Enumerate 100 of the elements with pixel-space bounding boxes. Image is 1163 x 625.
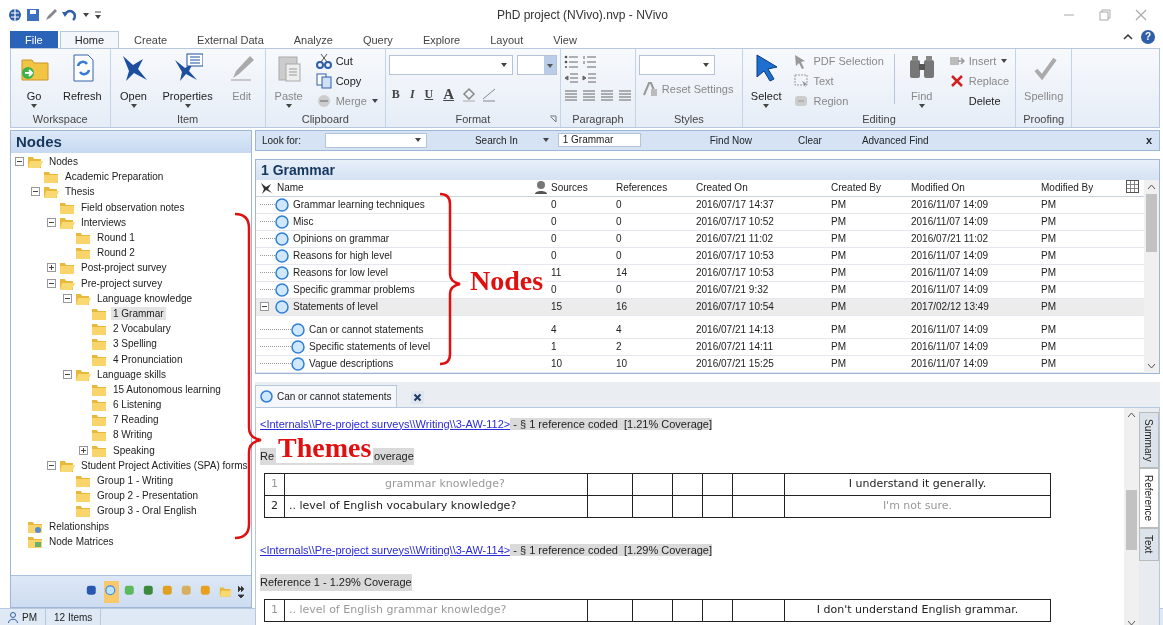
- node-name[interactable]: Vague descriptions: [309, 355, 394, 372]
- ribbon-button[interactable]: Go: [14, 51, 54, 110]
- tree-item[interactable]: Field observation notes: [79, 200, 187, 214]
- collapse-toggle-icon[interactable]: [15, 157, 27, 167]
- collapse-toggle-icon[interactable]: [47, 217, 59, 227]
- tree-item[interactable]: 6 Listening: [111, 398, 164, 412]
- globe-icon[interactable]: [8, 8, 22, 22]
- indent-icon[interactable]: [581, 72, 596, 85]
- tree-item[interactable]: Language knowledge: [95, 291, 195, 305]
- toolbar-button[interactable]: Clear: [797, 131, 823, 149]
- toolbar-button[interactable]: Find Now: [708, 131, 753, 149]
- tree-item[interactable]: Group 1 - Writing: [95, 474, 175, 488]
- collapse-toggle-icon[interactable]: [260, 302, 269, 311]
- column-header[interactable]: Sources: [551, 179, 588, 196]
- advanced-find-link[interactable]: Advanced Find: [860, 131, 930, 149]
- justify-icon[interactable]: [617, 89, 632, 102]
- node-name[interactable]: Specific statements of level: [309, 338, 431, 355]
- tree-item[interactable]: Round 2: [95, 246, 137, 260]
- font-color-button[interactable]: A: [440, 83, 458, 106]
- column-header[interactable]: Modified On: [911, 179, 965, 196]
- tree-item[interactable]: Round 1: [95, 231, 137, 245]
- tree-item[interactable]: Node Matrices: [47, 534, 116, 548]
- ribbon-button[interactable]: Copy: [312, 71, 382, 91]
- ribbon-tab[interactable]: Layout: [475, 31, 539, 48]
- line-icon[interactable]: [481, 86, 498, 103]
- side-tab[interactable]: Reference: [1139, 468, 1159, 529]
- tree-item[interactable]: Nodes: [47, 155, 80, 169]
- outdent-icon[interactable]: [563, 72, 578, 85]
- source-link[interactable]: <Internals\\Pre-project surveys\\Writing\\3-AW-112>: [260, 417, 511, 430]
- column-header[interactable]: Modified By: [1041, 179, 1094, 196]
- document-tab[interactable]: Can or cannot statements: [255, 384, 397, 407]
- close-icon[interactable]: [410, 390, 424, 404]
- tree-item[interactable]: Student Project Activities (SPA) forms: [79, 458, 250, 472]
- node-name[interactable]: Can or cannot statements: [309, 321, 424, 338]
- node-name[interactable]: Reasons for low level: [293, 264, 389, 281]
- tree-item[interactable]: 4 Pronunciation: [111, 352, 185, 366]
- tree-item[interactable]: Group 3 - Oral English: [95, 504, 199, 518]
- align-right-icon[interactable]: [599, 89, 614, 102]
- pen-icon[interactable]: [44, 8, 58, 22]
- collapse-ribbon-icon[interactable]: [1123, 33, 1133, 41]
- tree-item[interactable]: 7 Reading: [111, 413, 161, 427]
- collapse-toggle-icon[interactable]: [47, 278, 59, 288]
- undo-icon[interactable]: [62, 8, 78, 22]
- scope-field[interactable]: 1 Grammar: [557, 133, 641, 148]
- node-name[interactable]: Statements of level: [293, 298, 379, 315]
- italic-button[interactable]: I: [406, 85, 418, 104]
- ribbon-tab[interactable]: Explore: [407, 31, 476, 48]
- save-icon[interactable]: [26, 8, 40, 22]
- ribbon-tab[interactable]: Home: [59, 31, 120, 48]
- tree-item[interactable]: Interviews: [79, 215, 128, 229]
- tree-item[interactable]: 1 Grammar: [111, 306, 166, 320]
- tree-item[interactable]: 2 Vocabulary: [111, 322, 173, 336]
- tree-item[interactable]: 8 Writing: [111, 428, 155, 442]
- underline-button[interactable]: U: [421, 85, 437, 104]
- scrollbar-thumb[interactable]: [1126, 489, 1137, 550]
- tree-item[interactable]: Language skills: [95, 367, 168, 381]
- collapse-toggle-icon[interactable]: [63, 293, 75, 303]
- side-tab[interactable]: Text: [1139, 528, 1159, 561]
- ribbon-button[interactable]: Select: [745, 51, 787, 110]
- tree-item[interactable]: 3 Spelling: [111, 337, 159, 351]
- bullet-list-icon[interactable]: [563, 55, 578, 68]
- tree-item[interactable]: Speaking: [111, 443, 157, 457]
- collapse-toggle-icon[interactable]: [31, 187, 43, 197]
- more-buttons-icon[interactable]: [237, 584, 245, 599]
- node-name[interactable]: Misc: [293, 213, 314, 230]
- ribbon-button[interactable]: Open: [113, 51, 154, 110]
- ribbon-tab[interactable]: Analyze: [278, 31, 348, 48]
- ribbon-button[interactable]: Delete: [945, 91, 1013, 111]
- tree-item[interactable]: Relationships: [47, 519, 112, 533]
- ribbon-button[interactable]: Properties: [157, 51, 218, 110]
- file-menu-button[interactable]: File: [10, 31, 58, 48]
- ribbon-button[interactable]: Cut: [312, 51, 382, 71]
- close-button[interactable]: x: [1144, 131, 1153, 150]
- search-field[interactable]: [324, 132, 427, 148]
- align-left-icon[interactable]: [563, 89, 578, 102]
- paint-bucket-icon[interactable]: [461, 86, 478, 103]
- help-button[interactable]: ?: [1141, 30, 1155, 44]
- scrollbar-thumb[interactable]: [1146, 193, 1157, 252]
- align-center-icon[interactable]: [581, 89, 596, 102]
- column-header[interactable]: References: [616, 179, 668, 196]
- node-name[interactable]: Opinions on grammar: [293, 230, 390, 247]
- source-link[interactable]: <Internals\\Pre-project surveys\\Writing\\3-AW-114>: [260, 543, 511, 556]
- ribbon-tab[interactable]: External Data: [182, 31, 279, 48]
- ribbon-tab[interactable]: Query: [347, 31, 408, 48]
- collapse-toggle-icon[interactable]: [47, 460, 59, 470]
- tree-item[interactable]: Thesis: [63, 185, 97, 199]
- ribbon-tab[interactable]: Create: [119, 31, 183, 48]
- expand-toggle-icon[interactable]: [79, 445, 91, 455]
- tree-item[interactable]: Pre-project survey: [79, 276, 165, 290]
- bold-button[interactable]: B: [388, 85, 403, 104]
- collapse-toggle-icon[interactable]: [63, 369, 75, 379]
- tree-item[interactable]: Group 2 - Presentation: [95, 489, 201, 503]
- navigation-button[interactable]: [104, 580, 119, 603]
- column-header[interactable]: Name: [277, 179, 304, 196]
- node-name[interactable]: Reasons for high level: [293, 247, 392, 264]
- node-name[interactable]: Specific grammar problems: [293, 281, 415, 298]
- column-header[interactable]: Created By: [831, 179, 882, 196]
- ribbon-tab[interactable]: View: [538, 31, 592, 48]
- ribbon-button[interactable]: Refresh: [58, 51, 107, 104]
- dialog-launcher-icon[interactable]: [548, 115, 557, 123]
